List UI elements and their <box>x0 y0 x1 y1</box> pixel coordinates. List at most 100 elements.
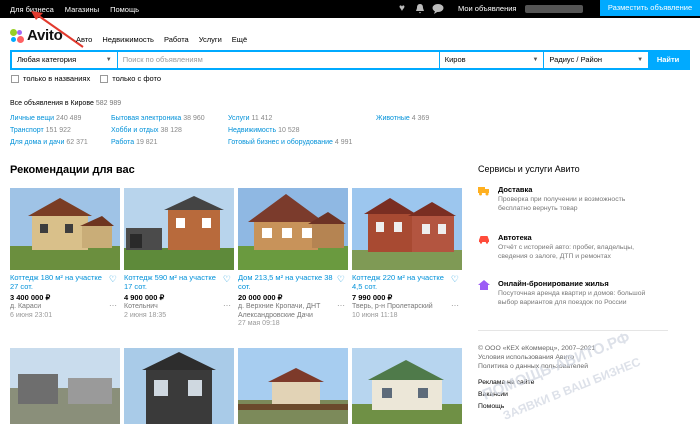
nav-jobs[interactable]: Работа <box>164 35 189 44</box>
category-item[interactable]: Готовый бизнес и оборудование 4 991 <box>228 139 352 146</box>
category-item[interactable]: Бытовая электроника 38 960 <box>111 115 205 122</box>
listing-photo[interactable] <box>352 188 462 270</box>
service-autoteka[interactable]: Автотека Отчёт с историей авто: пробег, … <box>478 233 648 261</box>
top-bar: Для бизнеса Магазины Помощь ♥ Мои объявл… <box>0 0 700 18</box>
chevron-down-icon: ▼ <box>105 57 112 63</box>
more-options-icon[interactable]: ⋯ <box>337 301 345 310</box>
listing-date: 27 мая 09:18 <box>238 320 280 327</box>
service-name[interactable]: Автотека <box>498 233 648 242</box>
listing-card[interactable] <box>124 348 234 424</box>
listing-card[interactable]: Дом 213,5 м² на участке 38 сот. ♡ 20 000… <box>238 188 348 329</box>
all-ads-count: Все объявления в Кирове 582 989 <box>10 100 122 107</box>
listing-card[interactable]: Коттедж 180 м² на участке 27 сот. ♡ 3 40… <box>10 188 120 320</box>
listing-address: Тверь, р-н Пролетарский <box>352 303 433 310</box>
listing-title[interactable]: Коттедж 590 м² на участке 17 сот. <box>124 273 219 291</box>
favorite-heart-icon[interactable]: ♡ <box>109 274 117 285</box>
nav-realty[interactable]: Недвижимость <box>102 35 154 44</box>
chevron-down-icon: ▼ <box>637 57 644 63</box>
truck-icon <box>478 186 489 196</box>
advertising-link[interactable]: Реклама на сайте <box>478 379 534 388</box>
recommendations-title: Рекомендации для вас <box>10 164 135 176</box>
listing-date: 10 июня 11:18 <box>352 311 398 319</box>
privacy-link[interactable]: Политика о данных пользователей <box>478 363 588 372</box>
listing-photo[interactable] <box>10 348 120 424</box>
my-ads-link[interactable]: Мои объявления <box>458 4 517 13</box>
category-item[interactable]: Работа 19 821 <box>111 139 157 146</box>
listing-price: 3 400 000 ₽ <box>10 293 51 302</box>
city-select[interactable]: Киров ▼ <box>439 52 544 68</box>
service-desc: Проверка при получении и возможность бес… <box>498 196 626 212</box>
category-item[interactable]: Хобби и отдых 38 128 <box>111 127 182 134</box>
listing-card[interactable]: Коттедж 590 м² на участке 17 сот. ♡ 4 90… <box>124 188 234 320</box>
logo-dots-icon <box>10 28 24 43</box>
favorites-heart-icon[interactable]: ♥ <box>396 3 408 15</box>
help-footer-link[interactable]: Помощь <box>478 403 504 412</box>
nav-services[interactable]: Услуги <box>199 35 222 44</box>
listing-title[interactable]: Дом 213,5 м² на участке 38 сот. <box>238 273 333 291</box>
category-item[interactable]: Для дома и дачи 62 371 <box>10 139 88 146</box>
listing-photo[interactable] <box>352 348 462 424</box>
more-options-icon[interactable]: ⋯ <box>109 301 117 310</box>
listing-title[interactable]: Коттедж 220 м² на участке 4,5 сот. <box>352 273 447 291</box>
listing-photo[interactable] <box>238 188 348 270</box>
service-name[interactable]: Онлайн-бронирование жилья <box>498 279 648 288</box>
category-item[interactable]: Личные вещи 240 489 <box>10 115 81 122</box>
notifications-bell-icon[interactable] <box>414 3 426 15</box>
listing-photo[interactable] <box>10 188 120 270</box>
service-booking[interactable]: Онлайн-бронирование жилья Посуточная аре… <box>478 279 648 307</box>
listing-price: 20 000 000 ₽ <box>238 293 283 302</box>
terms-link[interactable]: Условия использования Авито <box>478 354 574 363</box>
search-filters: только в названиях только с фото <box>11 74 161 83</box>
photo-only-checkbox[interactable]: только с фото <box>100 74 161 83</box>
listing-photo[interactable] <box>124 348 234 424</box>
listing-price: 4 900 000 ₽ <box>124 293 165 302</box>
category-item[interactable]: Животные 4 369 <box>376 115 429 122</box>
service-delivery[interactable]: Доставка Проверка при получении и возмож… <box>478 185 648 213</box>
favorite-heart-icon[interactable]: ♡ <box>223 274 231 285</box>
service-name[interactable]: Доставка <box>498 185 648 194</box>
jobs-link[interactable]: Вакансии <box>478 391 508 400</box>
search-input[interactable]: Поиск по объявлениям <box>117 52 439 68</box>
listing-card[interactable] <box>352 348 462 424</box>
more-options-icon[interactable]: ⋯ <box>223 301 231 310</box>
listing-title[interactable]: Коттедж 180 м² на участке 27 сот. <box>10 273 105 291</box>
category-item[interactable]: Транспорт 151 922 <box>10 127 71 134</box>
categories-list: Личные вещи 240 489 Транспорт 151 922 Дл… <box>10 115 470 155</box>
category-select[interactable]: Любая категория ▼ <box>12 52 117 68</box>
listing-address: д. Верхние Кропачи, ДНТ Александровские … <box>238 303 321 319</box>
logo-text: Avito <box>27 27 63 44</box>
titles-only-checkbox[interactable]: только в названиях <box>11 74 90 83</box>
listing-card[interactable] <box>10 348 120 424</box>
services-title: Сервисы и услуги Авито <box>478 164 580 174</box>
messages-icon[interactable] <box>432 3 444 15</box>
favorite-heart-icon[interactable]: ♡ <box>451 274 459 285</box>
post-ad-button[interactable]: Разместить объявление <box>600 0 700 16</box>
car-report-icon <box>478 234 489 244</box>
find-button[interactable]: Найти <box>648 52 688 68</box>
category-item[interactable]: Недвижимость 10 528 <box>228 127 300 134</box>
listing-date: 2 июня 18:35 <box>124 311 167 319</box>
listing-address: Котельнич <box>124 303 158 310</box>
listing-date: 6 июня 23:01 <box>10 311 53 319</box>
search-bar: Любая категория ▼ Поиск по объявлениям Ки… <box>10 50 690 70</box>
listing-photo[interactable] <box>124 188 234 270</box>
chevron-down-icon: ▼ <box>532 57 539 63</box>
listing-card[interactable] <box>238 348 348 424</box>
avito-logo[interactable]: Avito <box>10 27 63 44</box>
more-options-icon[interactable]: ⋯ <box>451 301 459 310</box>
user-name-blurred[interactable] <box>525 5 583 13</box>
radius-select[interactable]: Радиус / Район ▼ <box>544 52 649 68</box>
listing-card[interactable]: Коттедж 220 м² на участке 4,5 сот. ♡ 7 9… <box>352 188 462 320</box>
nav-more[interactable]: Ещё <box>232 35 247 44</box>
service-desc: Отчёт с историей авто: пробег, владельцы… <box>498 244 635 260</box>
favorite-heart-icon[interactable]: ♡ <box>337 274 345 285</box>
listing-price: 7 990 000 ₽ <box>352 293 393 302</box>
listing-photo[interactable] <box>238 348 348 424</box>
main-nav: Авто Недвижимость Работа Услуги Ещё <box>76 35 247 44</box>
nav-auto[interactable]: Авто <box>76 35 92 44</box>
help-link[interactable]: Помощь <box>110 5 139 14</box>
service-desc: Посуточная аренда квартир и домов: больш… <box>498 290 646 306</box>
house-icon <box>478 280 490 290</box>
copyright: © ООО «КЕХ еКоммерц», 2007–2021 <box>478 345 596 352</box>
category-item[interactable]: Услуги 11 412 <box>228 115 272 122</box>
